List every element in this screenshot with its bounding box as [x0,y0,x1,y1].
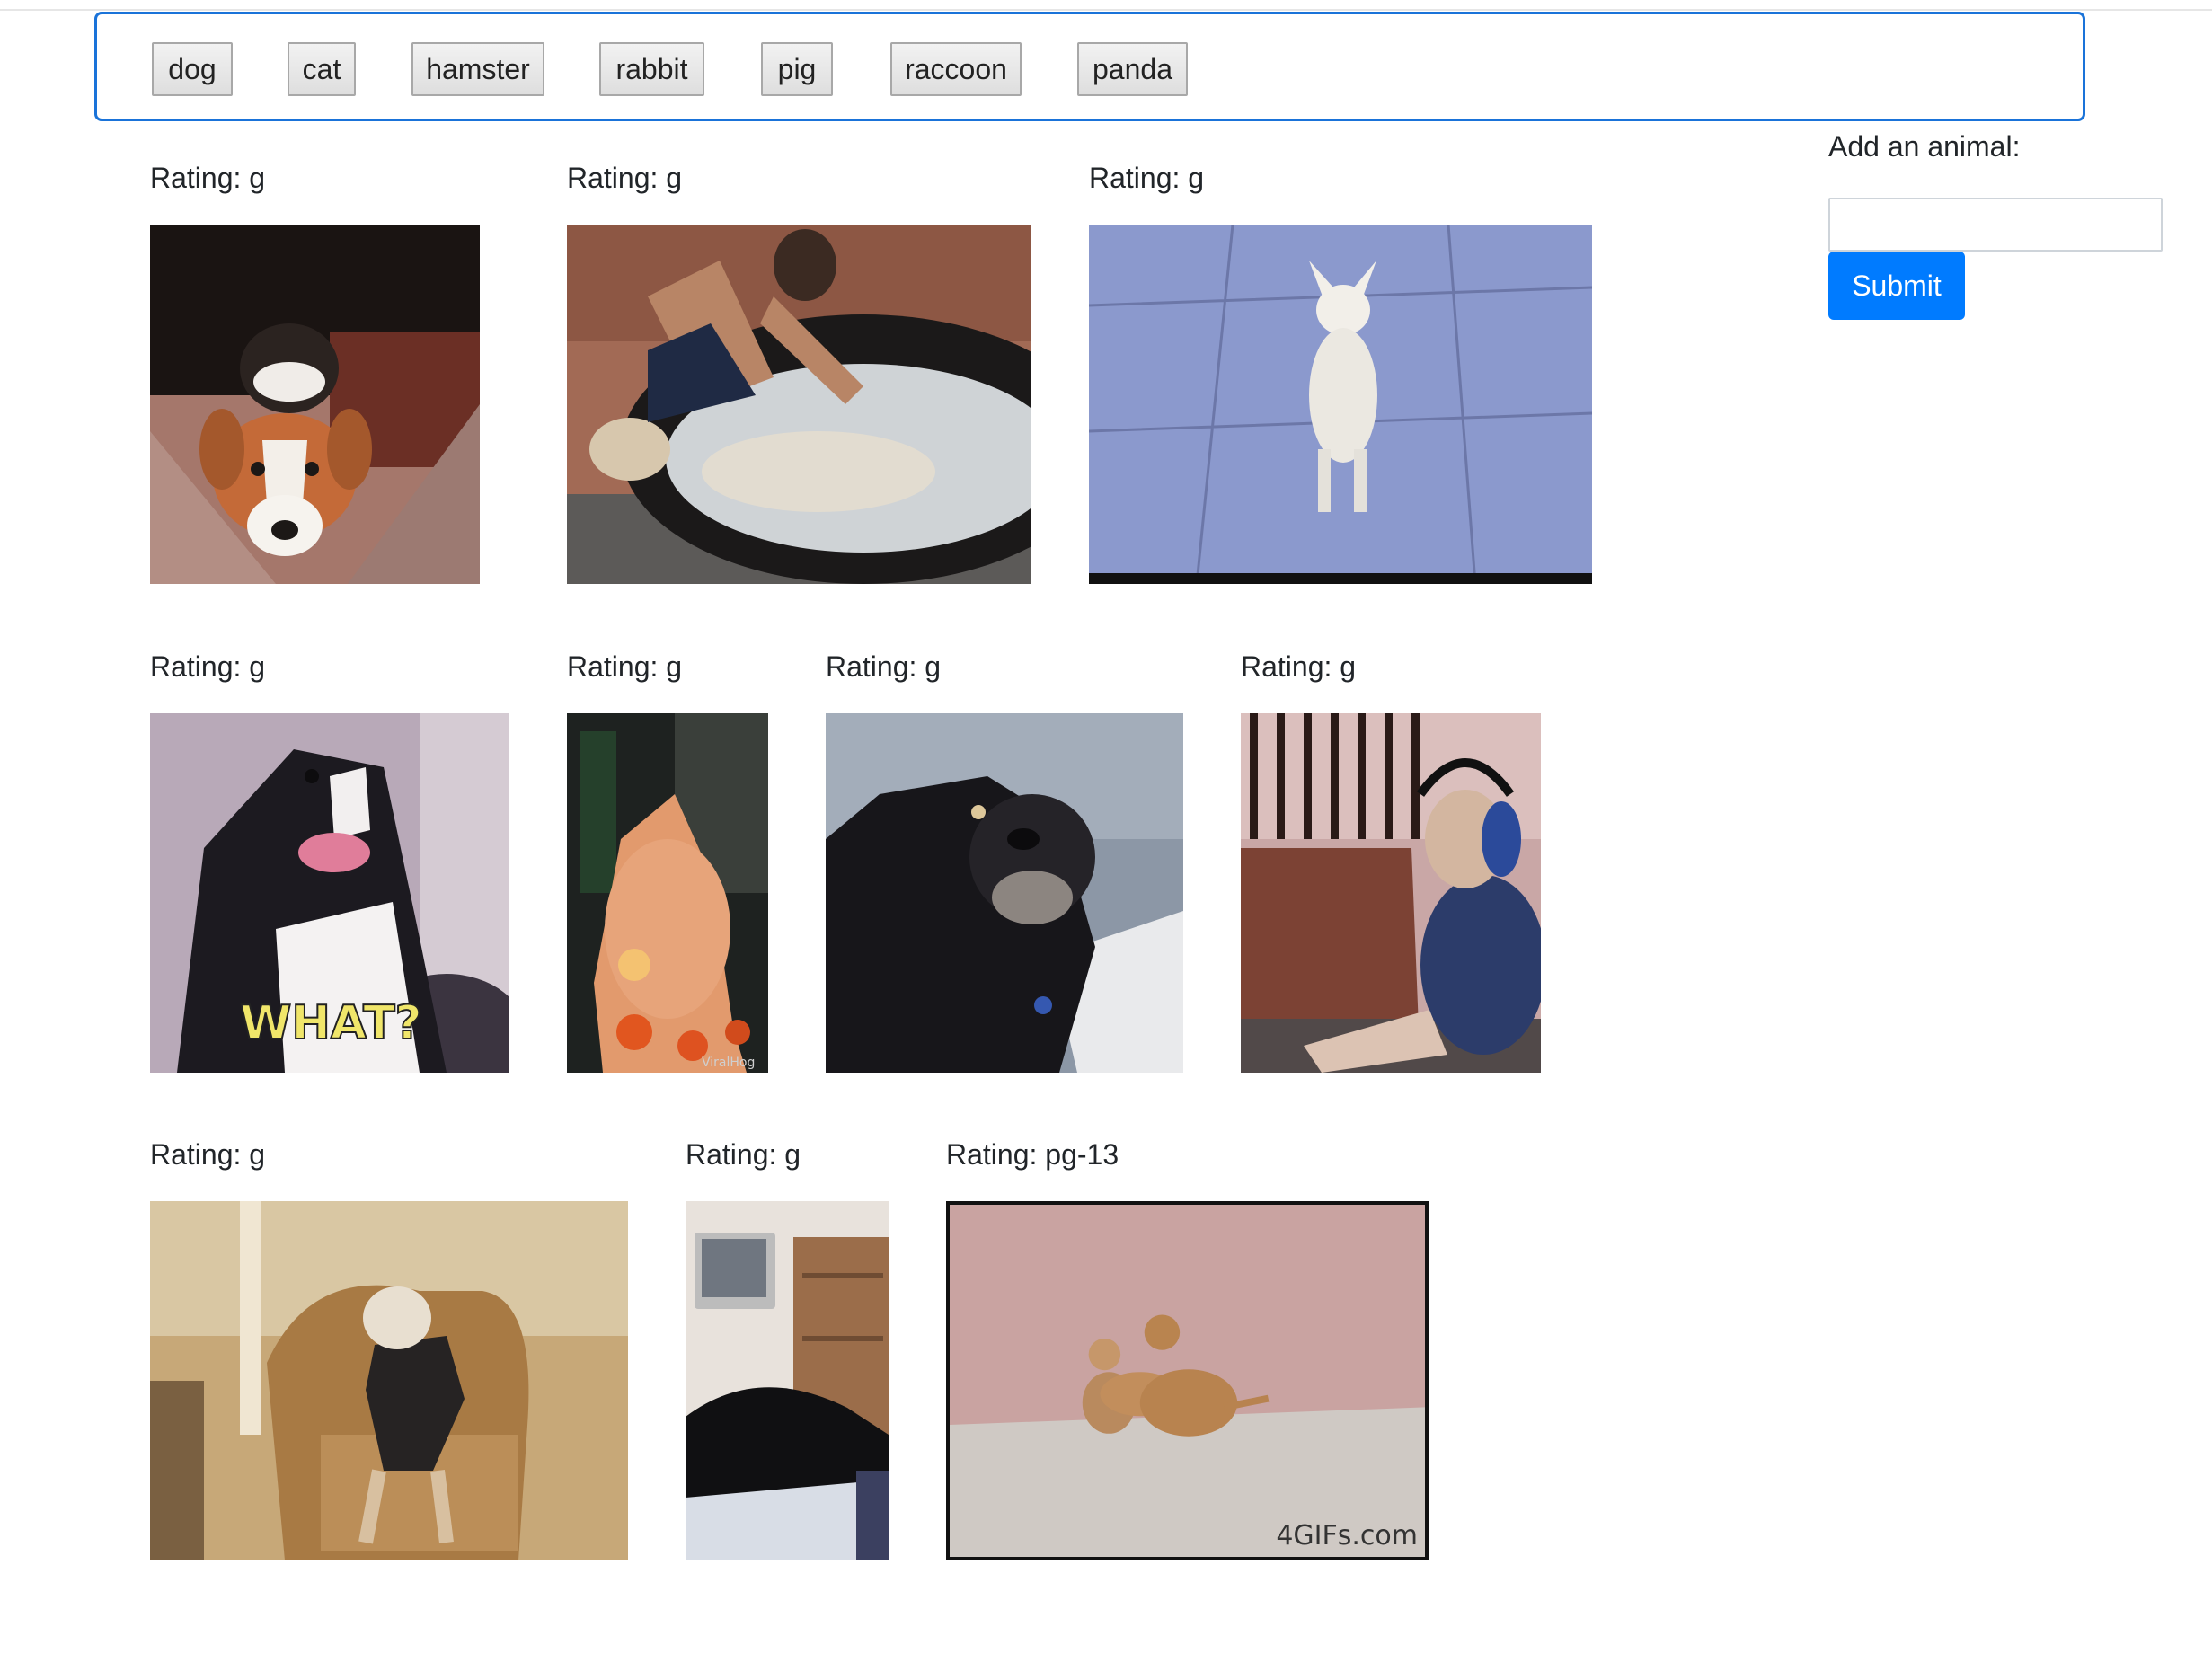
gif-image[interactable] [150,225,480,584]
animal-input[interactable] [1828,198,2163,252]
add-animal-form: Add an animal: Submit [1828,130,2163,320]
gif-rating: Rating: g [150,162,266,194]
svg-text:ViralHog: ViralHog [702,1056,755,1070]
watermark: 4GIFs.com [1276,1520,1418,1551]
gif-rating: Rating: g [1241,650,1357,683]
gif-rating: Rating: g [686,1138,801,1171]
gif-image[interactable]: 4GIFs.com [946,1201,1429,1560]
gif-image[interactable] [686,1201,889,1560]
animal-button-cat[interactable]: cat [288,42,356,96]
animal-button-bar: dog cat hamster rabbit pig raccoon panda [94,12,2085,121]
gif-image[interactable] [567,225,1031,584]
animal-button-dog[interactable]: dog [152,42,233,96]
gif-image[interactable] [150,1201,628,1560]
gif-rating: Rating: g [150,1138,266,1171]
gif-image[interactable] [1089,225,1592,584]
gif-rating: Rating: g [567,650,683,683]
gif-image[interactable] [826,713,1183,1073]
animal-button-panda[interactable]: panda [1077,42,1188,96]
gif-rating: Rating: g [567,162,683,194]
gif-image[interactable]: WHAT? [150,713,509,1073]
gif-caption: WHAT? [239,995,423,1051]
animal-button-rabbit[interactable]: rabbit [599,42,704,96]
gif-image[interactable] [1241,713,1541,1073]
gif-image[interactable]: ViralHog [567,713,768,1073]
gif-rating: Rating: pg-13 [946,1138,1119,1171]
submit-button[interactable]: Submit [1828,252,1965,320]
animal-button-hamster[interactable]: hamster [411,42,544,96]
animal-button-pig[interactable]: pig [761,42,833,96]
add-animal-label: Add an animal: [1828,130,2021,163]
gif-rating: Rating: g [826,650,942,683]
top-divider [0,0,2212,11]
animal-button-raccoon[interactable]: raccoon [890,42,1022,96]
gif-rating: Rating: g [1089,162,1205,194]
gif-rating: Rating: g [150,650,266,683]
